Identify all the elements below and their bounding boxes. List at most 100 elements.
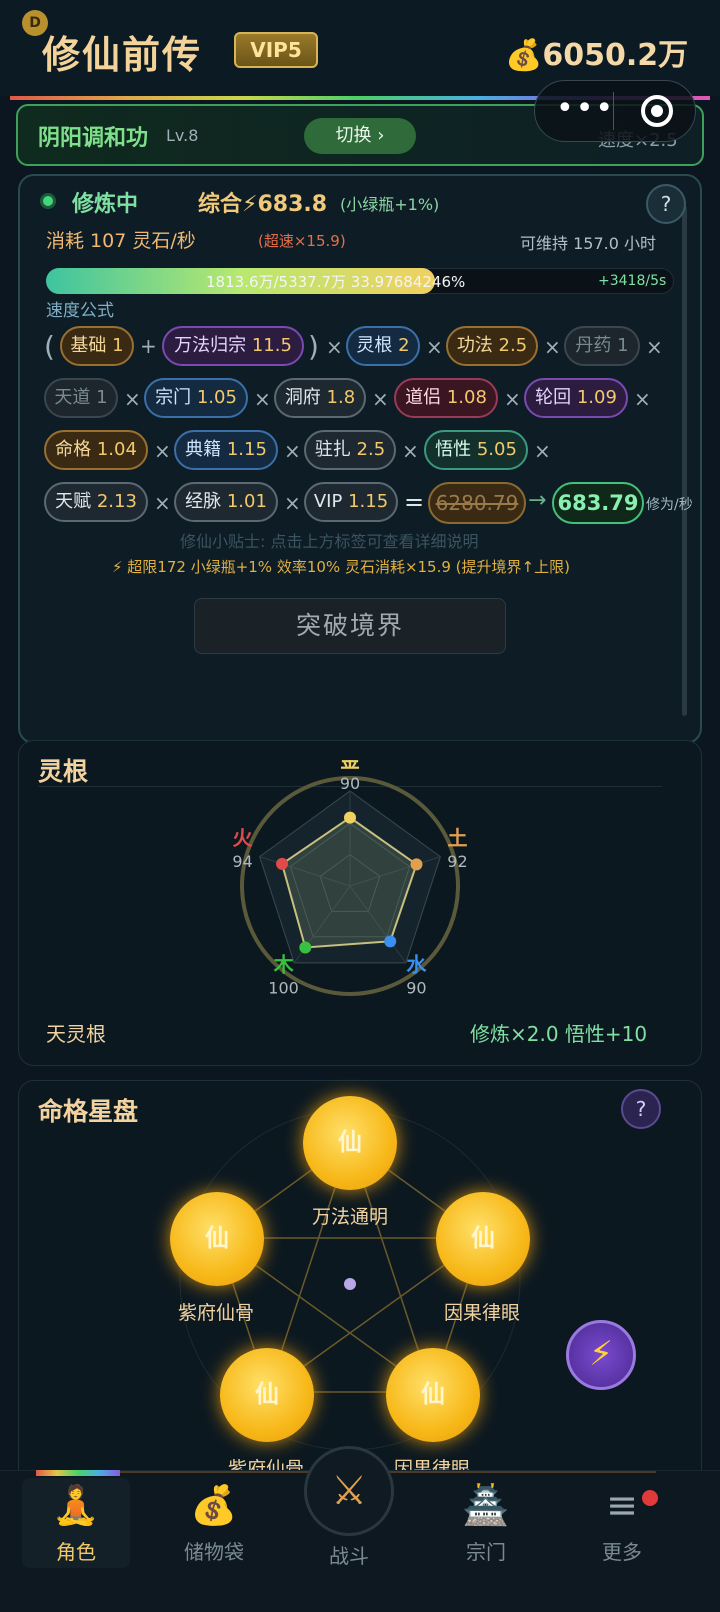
factor-chip-wanfa[interactable]: 万法归宗 11.5: [162, 326, 304, 366]
cultivation-progress-text: 1813.6万/5337.7万 33.97684246%: [206, 273, 466, 291]
more-menu-icon[interactable]: •••: [556, 94, 615, 124]
spirit-root-type: 天灵根: [46, 1022, 106, 1046]
formula-times: ×: [426, 335, 443, 359]
nav-active-rainbow: [36, 1470, 120, 1476]
factor-chip-tiandao[interactable]: 天道 1: [44, 378, 118, 418]
fate-help-button[interactable]: ?: [621, 1089, 661, 1129]
factor-chip-pill[interactable]: 丹药 1: [564, 326, 640, 366]
nav-tab-sect-label: 宗门: [466, 1540, 506, 1564]
formula-times: ×: [124, 387, 141, 411]
raw-result-chip[interactable]: 6280.79: [428, 482, 526, 524]
formula-plus: +: [140, 334, 157, 358]
formula-times: ×: [534, 439, 551, 463]
factor-chip-books[interactable]: 典籍 1.15: [174, 430, 278, 470]
treasure-bag-icon: 💰: [190, 1483, 238, 1527]
formula-arrow-icon: →: [528, 488, 547, 513]
cultivation-help-button[interactable]: ?: [646, 184, 686, 224]
formula-times: ×: [154, 439, 171, 463]
radar-label-1: 土: [447, 826, 467, 850]
formula-times: ×: [402, 439, 419, 463]
technique-name[interactable]: 阴阳调和功: [38, 120, 148, 152]
nav-tab-role-label: 角色: [56, 1540, 96, 1564]
nav-tab-role[interactable]: 🧘 角色: [16, 1480, 136, 1565]
quick-action-bolt-button[interactable]: ⚡: [566, 1320, 636, 1390]
final-result-chip[interactable]: 683.79: [552, 482, 644, 524]
nav-tab-more-label: 更多: [602, 1540, 642, 1564]
formula-times: ×: [504, 387, 521, 411]
formula-times: ×: [284, 491, 301, 515]
app-title: 修仙前传: [42, 32, 203, 77]
factor-chip-cave[interactable]: 洞府 1.8: [274, 378, 366, 418]
money-display[interactable]: 💰6050.2万: [505, 30, 688, 74]
temple-icon: 🏯: [462, 1483, 510, 1527]
radar-value-1: 92: [447, 852, 467, 871]
formula-times: ×: [254, 387, 271, 411]
fate-star-2[interactable]: 仙: [170, 1192, 264, 1286]
speed-formula-label: 速度公式: [46, 301, 114, 321]
radar-point-2: [384, 935, 397, 948]
formula-times: ×: [372, 387, 389, 411]
radar-point-3: [299, 941, 312, 954]
vip-badge[interactable]: VIP5: [234, 32, 318, 68]
nav-tab-more[interactable]: ≡ 更多: [562, 1480, 682, 1565]
factor-chip-root[interactable]: 灵根 2: [346, 326, 420, 366]
radar-point-4: [276, 857, 289, 870]
breakthrough-button[interactable]: 突破境界: [194, 598, 506, 654]
notification-dot: [642, 1490, 658, 1506]
money-amount: 6050.2万: [542, 38, 689, 73]
radar-label-3: 木: [273, 952, 295, 976]
formula-close-paren: ): [308, 330, 319, 363]
nav-tab-battle-label: 战斗: [329, 1544, 369, 1568]
factor-chip-gongfa[interactable]: 功法 2.5: [446, 326, 538, 366]
close-target-icon-center: [651, 105, 663, 117]
fate-center-dot: [344, 1278, 356, 1290]
spirit-root-radar[interactable]: 金 90 土 92 水 90 木 100 火 94: [232, 760, 472, 1020]
formula-times: ×: [326, 335, 343, 359]
nav-tab-battle[interactable]: ⚔: [304, 1446, 394, 1536]
spirit-root-bonus: 修炼×2.0 悟性+10: [470, 1022, 648, 1046]
factor-chip-base[interactable]: 基础 1: [60, 326, 134, 366]
radar-value-4: 94: [232, 852, 252, 871]
formula-times: ×: [284, 439, 301, 463]
spirit-root-title: 灵根: [38, 757, 89, 786]
nav-tab-sect[interactable]: 🏯 宗门: [426, 1480, 546, 1565]
radar-value-2: 90: [406, 978, 426, 997]
factor-chip-sect[interactable]: 宗门 1.05: [144, 378, 248, 418]
factor-chip-vip[interactable]: VIP 1.15: [304, 482, 398, 522]
cultivation-status: 修炼中: [72, 192, 139, 217]
radar-label-4: 火: [233, 826, 254, 850]
formula-times: ×: [544, 335, 561, 359]
factor-chip-fate[interactable]: 命格 1.04: [44, 430, 148, 470]
switch-technique-button[interactable]: 切换 ›: [304, 118, 416, 154]
consumption-boost: (超速×15.9): [258, 232, 346, 250]
factor-chip-partner[interactable]: 道侣 1.08: [394, 378, 498, 418]
crossed-swords-icon: ⚔: [331, 1468, 367, 1514]
fate-star-label-3: 因果律眼: [443, 1302, 520, 1324]
factor-chip-talent[interactable]: 天赋 2.13: [44, 482, 148, 522]
formula-times: ×: [634, 387, 651, 411]
menu-icon: ≡: [606, 1483, 638, 1527]
fate-star-4[interactable]: 仙: [220, 1348, 314, 1442]
cultivation-progress-rate: +3418/5s: [598, 273, 667, 289]
panel-scrollbar[interactable]: [682, 206, 687, 716]
over-limit-note: ⚡ 超限172 小绿瓶+1% 效率10% 灵石消耗×15.9 (提升境界↑上限): [112, 558, 570, 576]
money-bag-icon: 💰: [505, 38, 543, 73]
radar-point-0: [344, 811, 356, 824]
nav-tab-bag[interactable]: 💰 储物袋: [154, 1480, 274, 1565]
formula-equals: =: [404, 488, 425, 516]
fate-star-5[interactable]: 仙: [386, 1348, 480, 1442]
fate-star-label-2: 紫府仙骨: [177, 1302, 254, 1324]
formula-times: ×: [646, 335, 663, 359]
cultivation-tip: 修仙小贴士: 点击上方标签可查看详细说明: [180, 532, 479, 551]
factor-chip-meridian[interactable]: 经脉 1.01: [174, 482, 278, 522]
factor-chip-reincarnation[interactable]: 轮回 1.09: [524, 378, 628, 418]
status-indicator-icon: [40, 193, 56, 209]
capsule-divider: [613, 92, 614, 130]
radar-value-3: 100: [268, 978, 299, 997]
fate-star-3[interactable]: 仙: [436, 1192, 530, 1286]
factor-chip-wisdom[interactable]: 悟性 5.05: [424, 430, 528, 470]
fate-star-1[interactable]: 仙: [303, 1096, 397, 1190]
factor-chip-station[interactable]: 驻扎 2.5: [304, 430, 396, 470]
result-unit: 修为/秒: [646, 497, 693, 513]
maintain-duration: 可维持 157.0 小时: [520, 234, 656, 253]
